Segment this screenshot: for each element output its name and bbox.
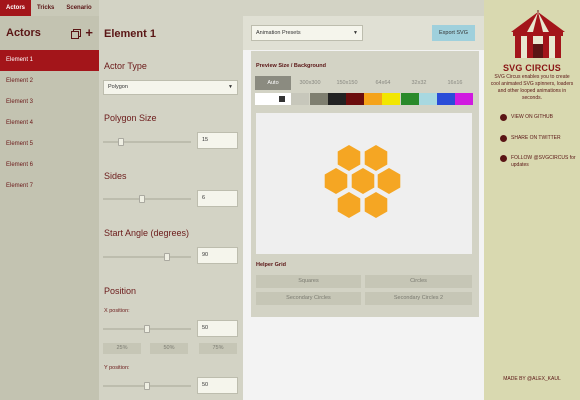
brand-description: SVG Circus enables you to create cool an… (490, 74, 574, 101)
sidebar-header: Actors + (0, 16, 99, 50)
hexagon-4 (351, 168, 375, 194)
actor-type-label: Actor Type (104, 61, 147, 71)
hexagon-3 (324, 168, 348, 194)
add-icon[interactable]: + (85, 26, 93, 39)
background-swatch-3[interactable] (291, 93, 310, 105)
top-tabs: Actors Tricks Scenario (0, 0, 99, 16)
actor-type-value: Polygon (108, 84, 128, 90)
sidebar-actions: + (71, 26, 93, 39)
sides-thumb[interactable] (139, 195, 146, 203)
sidebar-item-element-6[interactable]: Element 6 (0, 155, 99, 176)
sidebar-item-element-7[interactable]: Element 7 (0, 176, 99, 197)
made-by: MADE BY @ALEX_KAUL (503, 376, 561, 382)
helper-circles-button[interactable]: Circles (365, 275, 472, 288)
animation-presets-select[interactable]: Animation Presets ▼ (251, 25, 363, 41)
hexagon-5 (377, 168, 401, 194)
background-swatch-5[interactable] (327, 93, 346, 105)
sides-label: Sides (104, 171, 127, 181)
preview-size-16x16[interactable]: 16x16 (437, 76, 473, 90)
start-angle-slider[interactable] (103, 253, 191, 261)
background-swatch-8[interactable] (382, 93, 401, 105)
share-twitter-label: SHARE ON TWITTER (511, 135, 561, 141)
chevron-down-icon: ▼ (228, 84, 233, 90)
helper-secondary-circles-2-button[interactable]: Secondary Circles 2 (365, 292, 472, 305)
y-position-slider[interactable] (103, 382, 191, 390)
polygon-size-thumb[interactable] (117, 138, 124, 146)
helper-squares-button[interactable]: Squares (256, 275, 361, 288)
sides-input[interactable]: 6 (197, 190, 238, 207)
github-link[interactable]: VIEW ON GITHUB (500, 114, 580, 121)
follow-twitter-label: FOLLOW @SVGCIRCUS for updates (511, 155, 576, 168)
background-swatch-1[interactable] (255, 93, 273, 105)
brand-name: SVG CIRCUS (502, 63, 561, 73)
actor-type-select[interactable]: Polygon ▼ (103, 80, 238, 95)
github-icon (500, 114, 507, 121)
background-swatch-9[interactable] (400, 93, 419, 105)
preview-size-label: Preview Size / Background (256, 63, 326, 69)
x-position-thumb[interactable] (144, 325, 150, 333)
hexagon-1 (337, 145, 361, 171)
actors-sidebar: Actors + Element 1 Element 2 Element 3 Elem… (0, 16, 99, 400)
background-swatch-11[interactable] (437, 93, 455, 105)
x-position-input[interactable]: 50 (197, 320, 238, 337)
export-svg-button[interactable]: Export SVG (432, 25, 475, 41)
sidebar-item-element-4[interactable]: Element 4 (0, 113, 99, 134)
sidebar-item-element-2[interactable]: Element 2 (0, 71, 99, 92)
helper-secondary-circles-button[interactable]: Secondary Circles (256, 292, 361, 305)
tab-actors[interactable]: Actors (0, 0, 32, 16)
background-swatch-12[interactable] (455, 93, 474, 105)
y-position-thumb[interactable] (144, 382, 150, 390)
element-title: Element 1 (104, 28, 156, 40)
hexagon-6 (337, 192, 361, 218)
share-twitter-link[interactable]: SHARE ON TWITTER (500, 135, 580, 142)
y-position-input[interactable]: 50 (197, 377, 238, 394)
github-link-label: VIEW ON GITHUB (511, 114, 553, 120)
preview-canvas (256, 113, 472, 254)
follow-twitter-link[interactable]: FOLLOW @SVGCIRCUS for updates (500, 155, 580, 169)
sidebar-item-element-1[interactable]: Element 1 (0, 50, 99, 71)
duplicate-icon[interactable] (71, 29, 82, 39)
polygon-size-input[interactable]: 15 (197, 132, 238, 149)
twitter-icon (500, 135, 507, 142)
preview-size-32x32[interactable]: 32x32 (401, 76, 437, 90)
chevron-down-icon: ▼ (353, 30, 358, 36)
sidebar-item-element-3[interactable]: Element 3 (0, 92, 99, 113)
background-swatch-2[interactable] (273, 93, 292, 105)
background-swatch-6[interactable] (346, 93, 364, 105)
sides-slider[interactable] (103, 195, 191, 203)
background-swatch-10[interactable] (418, 93, 437, 105)
twitter-icon (500, 155, 507, 162)
x-preset-25-button[interactable]: 25% (103, 343, 141, 354)
animation-presets-value: Animation Presets (256, 30, 301, 36)
polygon-size-slider[interactable] (103, 138, 191, 146)
hexagon-2 (364, 145, 388, 171)
background-swatch-4[interactable] (309, 93, 328, 105)
x-preset-75-button[interactable]: 75% (199, 343, 237, 354)
preview-size-64x64[interactable]: 64x64 (365, 76, 401, 90)
y-position-label: Y position: (104, 365, 130, 371)
preview-size-150x150[interactable]: 150x150 (329, 76, 365, 90)
polygon-size-label: Polygon Size (104, 113, 157, 123)
sidebar-title: Actors (6, 27, 41, 39)
start-angle-label: Start Angle (degrees) (104, 228, 190, 238)
hexagon-7 (364, 192, 388, 218)
sidebar-item-element-5[interactable]: Element 5 (0, 134, 99, 155)
position-label: Position (104, 286, 137, 296)
hexagon-spinner (324, 145, 401, 218)
tab-scenario[interactable]: Scenario (60, 0, 97, 16)
helper-grid-label: Helper Grid (256, 262, 286, 268)
background-swatch-7[interactable] (364, 93, 383, 105)
tab-tricks[interactable]: Tricks (31, 0, 60, 16)
x-position-label: X position: (104, 308, 130, 314)
start-angle-thumb[interactable] (163, 253, 170, 261)
x-position-slider[interactable] (103, 325, 191, 333)
circus-tent-logo (511, 10, 565, 58)
x-preset-50-button[interactable]: 50% (150, 343, 188, 354)
element-list: Element 1 Element 2 Element 3 Element 4 Elem… (0, 50, 99, 197)
start-angle-input[interactable]: 90 (197, 247, 238, 264)
preview-size-300x300[interactable]: 300x300 (291, 76, 329, 90)
dark-swatch-marker (279, 96, 286, 102)
preview-size-auto[interactable]: Auto (255, 76, 291, 90)
